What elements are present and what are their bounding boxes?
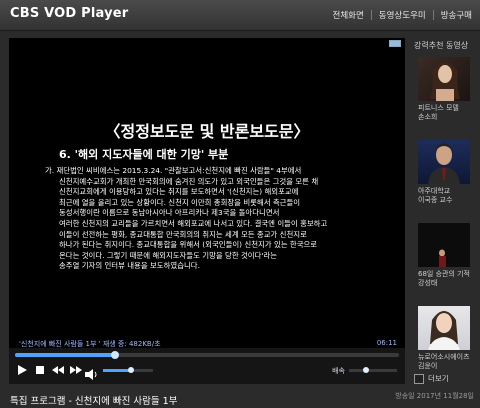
speed-handle[interactable] (362, 367, 369, 373)
video-body-text: 가. 재단법인 씨비에스는 2015.3.24. "관찰보고서:신천지에 빠진 … (45, 166, 375, 272)
playback-time: 06:11 (376, 339, 397, 347)
video-label: 피트니스 모델 손소희 (418, 104, 459, 121)
sidebar-title: 강력추천 동영상 (414, 41, 469, 50)
stop-icon[interactable] (33, 364, 47, 376)
play-icon[interactable] (15, 364, 29, 376)
recommended-video[interactable]: 뉴로어소시에이츠 김윤이 (418, 306, 476, 371)
body-line: 하나가 된다는 취지이다. 종교대통합을 위해서 (외국인들이) 신천지가 있는… (59, 240, 318, 250)
video-player[interactable]: 〈정정보도문 및 반론보도문〉 6. '해외 지도자들에 대한 기망' 부분 가… (9, 38, 405, 384)
fullscreen-link[interactable]: 전체화면 (333, 9, 364, 21)
top-bar: CBS VOD Player 전체화면 동영상도우미 방송구매 (0, 0, 480, 31)
program-title: 특집 프로그램 - 신천지에 빠진 사람들 1부 (10, 396, 178, 407)
body-line: 송주열 기자의 인터뷰 내용을 보도하였습니다. (59, 261, 200, 271)
speed-slider[interactable] (349, 367, 397, 373)
body-line: 동성서행이란 이름으로 동남아시아나 아프리카나 제3국을 돌아다니면서 (59, 208, 280, 218)
body-line: 이들이 선전하는 평화, 종교대통합 만국회의의 취지는 세계 모든 종교가 신… (59, 229, 307, 239)
rewind-icon[interactable] (51, 364, 65, 376)
app-title: CBS VOD Player (10, 6, 129, 21)
recommended-video[interactable]: 아주대학교 이국종 교수 (418, 140, 476, 205)
air-date: 방송일 2017년 11월28일 (395, 392, 474, 400)
control-bar: 배속 (9, 348, 405, 384)
control-buttons (15, 364, 87, 376)
top-nav: 전체화면 동영상도우미 방송구매 (333, 9, 472, 21)
more-checkbox-label: 더보기 (428, 374, 449, 383)
video-heading: 〈정정보도문 및 반론보도문〉 (104, 122, 310, 141)
video-subheading: 6. '해외 지도자들에 대한 기망' 부분 (59, 148, 229, 161)
resize-icon[interactable] (389, 40, 401, 47)
recommended-video[interactable]: 피트니스 모델 손소희 (418, 57, 476, 122)
video-label: 68일 승관의 기적 강성태 (418, 270, 470, 287)
body-line: 여러한 신천지의 교리들을 가르치면서 해외포교에 나서고 있다. 결국엔 이들… (59, 218, 328, 228)
speed-label: 배속 (332, 367, 345, 375)
video-label: 뉴로어소시에이츠 김윤이 (418, 353, 470, 370)
video-thumbnail[interactable] (418, 306, 470, 350)
video-helper-link[interactable]: 동영상도우미 (379, 9, 426, 21)
body-line: 신천지예수교회가 개최한 만국회의에 숨겨진 의도가 있고 외국인들은 그것을 … (59, 176, 319, 186)
body-line: 온다는 것이다. 그렇기 때문에 해외지도자들도 기망을 당한 것이다'라는 (59, 250, 278, 260)
body-line: 신천지교회에게 이용당하고 있다는 취지를 보도하면서 '(신천지는) 해외포교… (59, 187, 299, 197)
video-thumbnail[interactable] (418, 57, 470, 101)
nav-divider (370, 10, 372, 20)
purchase-link[interactable]: 방송구매 (441, 9, 472, 21)
volume-fill (103, 369, 131, 372)
volume-handle[interactable] (127, 367, 134, 373)
body-line: 최근에 열을 올리고 있는 상황이다. 신천지 이만희 총회장을 비롯해서 측근… (59, 197, 301, 207)
progress-handle[interactable] (110, 351, 119, 359)
more-checkbox-row[interactable]: 더보기 (414, 373, 449, 384)
volume-icon[interactable] (85, 365, 99, 380)
video-thumbnail[interactable] (418, 140, 470, 184)
progress-fill (15, 353, 115, 357)
recommended-sidebar: 강력추천 동영상 피트니스 모델 손소희 아주대학교 이국종 교수 68일 승관의 … (412, 38, 480, 384)
volume-slider[interactable] (103, 367, 153, 373)
forward-icon[interactable] (69, 364, 83, 376)
progress-bar[interactable] (15, 351, 399, 359)
nav-divider (432, 10, 434, 20)
more-checkbox[interactable] (414, 373, 424, 384)
video-thumbnail[interactable] (418, 223, 470, 267)
recommended-video[interactable]: 68일 승관의 기적 강성태 (418, 223, 476, 288)
video-label: 아주대학교 이국종 교수 (418, 187, 453, 204)
body-line: 가. 재단법인 씨비에스는 2015.3.24. "관찰보고서:신천지에 빠진 … (45, 166, 302, 175)
